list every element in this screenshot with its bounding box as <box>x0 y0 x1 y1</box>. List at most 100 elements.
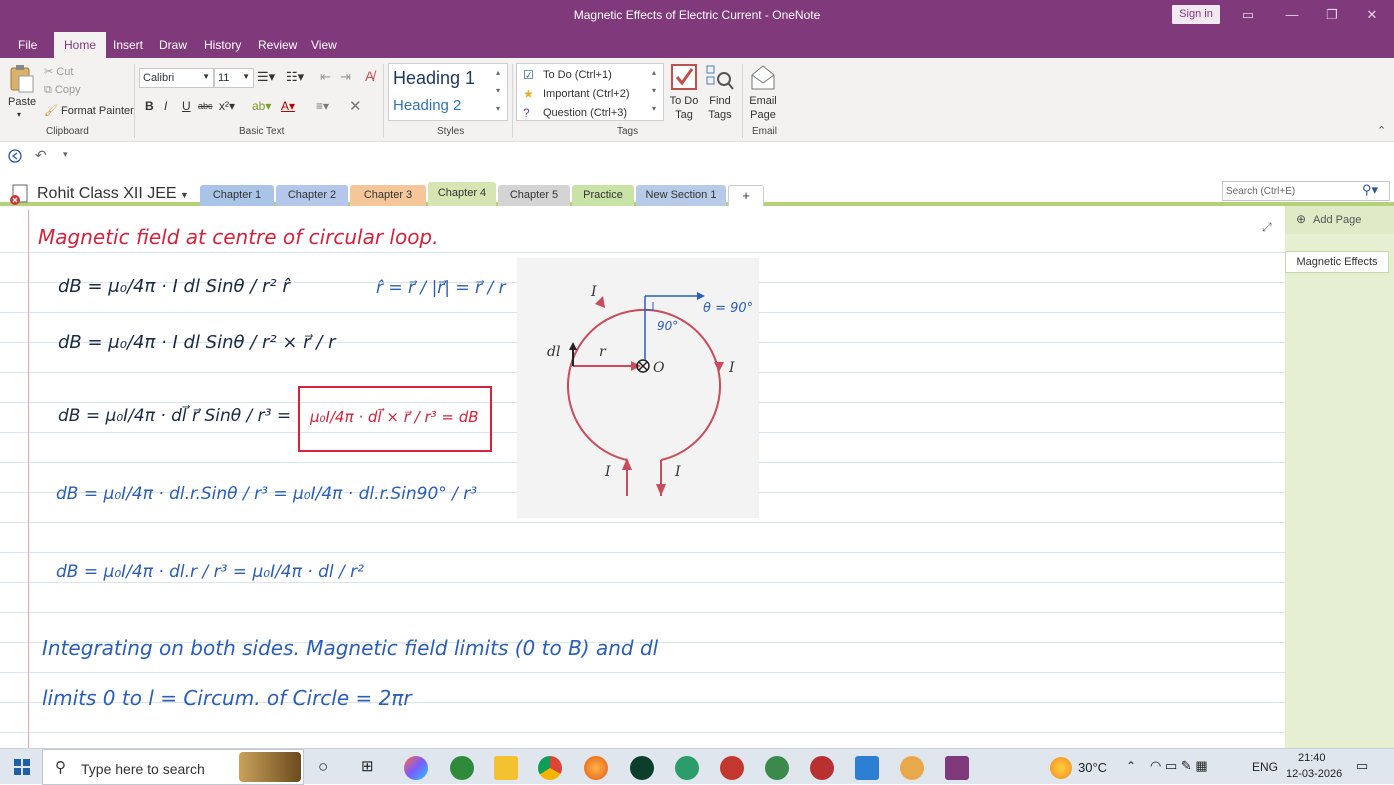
back-icon[interactable] <box>8 149 22 163</box>
tag-important[interactable]: Important (Ctrl+2) <box>543 88 630 100</box>
chrome-profile-icon[interactable] <box>765 756 789 780</box>
chrome-profile-icon[interactable] <box>675 756 699 780</box>
section-tab-chapter-2[interactable]: Chapter 2 <box>276 185 348 206</box>
find-tags-icon[interactable] <box>706 65 734 91</box>
styles-more-icon[interactable]: ▾ <box>496 104 500 113</box>
ribbon-display-icon[interactable]: ▭ <box>1238 6 1258 24</box>
highlight-icon[interactable]: ab▾ <box>252 99 271 113</box>
paste-icon[interactable] <box>9 64 35 94</box>
clear-formatting-icon[interactable]: A̸ <box>365 68 374 84</box>
tags-scroll-up-icon[interactable]: ▴ <box>652 68 656 77</box>
onenote-icon[interactable] <box>945 756 969 780</box>
clock-time[interactable]: 21:40 <box>1298 752 1326 764</box>
menu-home[interactable]: Home <box>54 32 107 58</box>
file-explorer-icon[interactable] <box>494 756 518 780</box>
strikethrough-icon[interactable]: abc <box>198 101 213 111</box>
decrease-indent-icon[interactable]: ⇤ <box>320 69 331 85</box>
search-icon[interactable]: ⚲▾ <box>1362 182 1378 198</box>
language-indicator[interactable]: ENG <box>1252 760 1278 774</box>
figure-label-i-top: I <box>590 284 597 300</box>
tags-gallery[interactable]: ☑ To Do (Ctrl+1) ★ Important (Ctrl+2) ? … <box>516 63 664 121</box>
section-tab-practice[interactable]: Practice <box>572 185 634 206</box>
notebook-icon[interactable] <box>9 184 31 206</box>
close-icon[interactable]: ✕ <box>1362 6 1382 24</box>
todo-tag-icon[interactable] <box>670 63 698 91</box>
numbering-icon[interactable]: ☷▾ <box>286 69 304 85</box>
section-tab-chapter-5[interactable]: Chapter 5 <box>498 185 570 206</box>
font-size-select[interactable]: 11 ▼ <box>214 68 254 88</box>
taskbar-search-input[interactable]: ⚲ Type here to search <box>42 749 304 785</box>
subscript-superscript-icon[interactable]: x²▾ <box>219 99 235 113</box>
firefox-icon[interactable] <box>584 756 608 780</box>
app-u-icon[interactable] <box>630 756 654 780</box>
menu-history[interactable]: History <box>204 38 241 52</box>
tag-todo[interactable]: To Do (Ctrl+1) <box>543 69 612 81</box>
italic-icon[interactable]: I <box>164 99 167 113</box>
styles-scroll-up-icon[interactable]: ▴ <box>496 68 500 77</box>
todo-tag-button[interactable]: To Do Tag <box>667 94 701 122</box>
tag-question[interactable]: Question (Ctrl+3) <box>543 107 627 119</box>
styles-scroll-down-icon[interactable]: ▾ <box>496 86 500 95</box>
style-heading-1[interactable]: Heading 1 <box>393 68 475 89</box>
page-item-magnetic-effects[interactable]: Magnetic Effects <box>1285 251 1389 273</box>
minimize-icon[interactable]: — <box>1282 6 1302 24</box>
copilot-icon[interactable] <box>404 756 428 780</box>
menu-insert[interactable]: Insert <box>113 38 143 52</box>
app-icon[interactable] <box>855 756 879 780</box>
windows-start-icon[interactable] <box>14 759 30 775</box>
add-page-button[interactable]: ⊕ Add Page <box>1285 206 1394 234</box>
widgets-icon[interactable]: ⊞ <box>361 757 374 775</box>
menu-view[interactable]: View <box>311 38 337 52</box>
undo-icon[interactable]: ↶ <box>35 147 47 164</box>
add-section-tab[interactable]: + <box>728 185 764 206</box>
section-tab-chapter-3[interactable]: Chapter 3 <box>350 185 426 206</box>
menu-draw[interactable]: Draw <box>159 38 187 52</box>
chrome-profile-icon[interactable] <box>720 756 744 780</box>
menu-file[interactable]: File <box>18 38 37 52</box>
notification-icon[interactable]: ▭ <box>1356 758 1368 774</box>
styles-group-label: Styles <box>437 126 465 137</box>
tags-more-icon[interactable]: ▾ <box>652 104 656 113</box>
chrome-profile-icon[interactable] <box>810 756 834 780</box>
app-icon[interactable] <box>900 756 924 780</box>
format-painter-button[interactable]: 🖌 Format Painter <box>44 104 134 117</box>
paste-button[interactable]: Paste <box>8 96 36 108</box>
clear-icon[interactable]: ✕ <box>349 97 362 115</box>
menu-review[interactable]: Review <box>258 38 297 52</box>
increase-indent-icon[interactable]: ⇥ <box>340 69 351 85</box>
email-page-icon[interactable] <box>749 63 777 91</box>
copy-button[interactable]: ⧉ Copy <box>44 84 81 97</box>
customize-qat-icon[interactable]: ▾ <box>63 149 68 160</box>
clock-date[interactable]: 12-03-2026 <box>1286 768 1342 780</box>
bullets-icon[interactable]: ☰▾ <box>257 69 275 85</box>
styles-gallery[interactable]: Heading 1 Heading 2 <box>388 63 508 121</box>
notebook-name[interactable]: Rohit Class XII JEE <box>37 185 177 203</box>
section-tab-chapter-4[interactable]: Chapter 4 <box>428 182 496 206</box>
align-icon[interactable]: ≡▾ <box>316 99 329 113</box>
paste-dropdown-icon[interactable]: ▾ <box>17 110 21 119</box>
font-color-icon[interactable]: A▾ <box>281 99 295 113</box>
email-page-button[interactable]: Email Page <box>745 94 781 122</box>
maximize-icon[interactable]: ❐ <box>1322 6 1342 24</box>
section-tab-chapter-1[interactable]: Chapter 1 <box>200 185 274 206</box>
sign-in-button[interactable]: Sign in <box>1172 5 1220 24</box>
style-heading-2[interactable]: Heading 2 <box>393 97 461 114</box>
cut-button[interactable]: ✂ Cut <box>44 65 73 78</box>
find-tags-button[interactable]: Find Tags <box>704 94 736 122</box>
collapse-ribbon-icon[interactable]: ⌃ <box>1377 124 1386 137</box>
expand-icon[interactable]: ⤢ <box>1262 220 1272 235</box>
font-family-select[interactable]: Calibri ▼ <box>139 68 214 88</box>
task-view-icon[interactable]: ○ <box>318 757 328 777</box>
note-page[interactable]: ⤢ Magnetic field at centre of circular l… <box>0 210 1285 748</box>
bold-icon[interactable]: B <box>145 99 154 113</box>
tags-scroll-down-icon[interactable]: ▾ <box>652 86 656 95</box>
font-family-value: Calibri <box>143 72 175 84</box>
notebook-dropdown-icon[interactable]: ▼ <box>180 190 189 200</box>
underline-icon[interactable]: U <box>182 99 191 113</box>
chrome-icon[interactable] <box>538 756 562 780</box>
app-icon[interactable] <box>450 756 474 780</box>
section-tab-new-section-1[interactable]: New Section 1 <box>636 185 726 206</box>
tray-icons[interactable]: ◠ ▭ ✎ ▦ <box>1150 758 1208 774</box>
title-bar: Magnetic Effects of Electric Current - O… <box>0 0 1394 30</box>
chevron-up-icon[interactable]: ⌃ <box>1126 759 1136 773</box>
